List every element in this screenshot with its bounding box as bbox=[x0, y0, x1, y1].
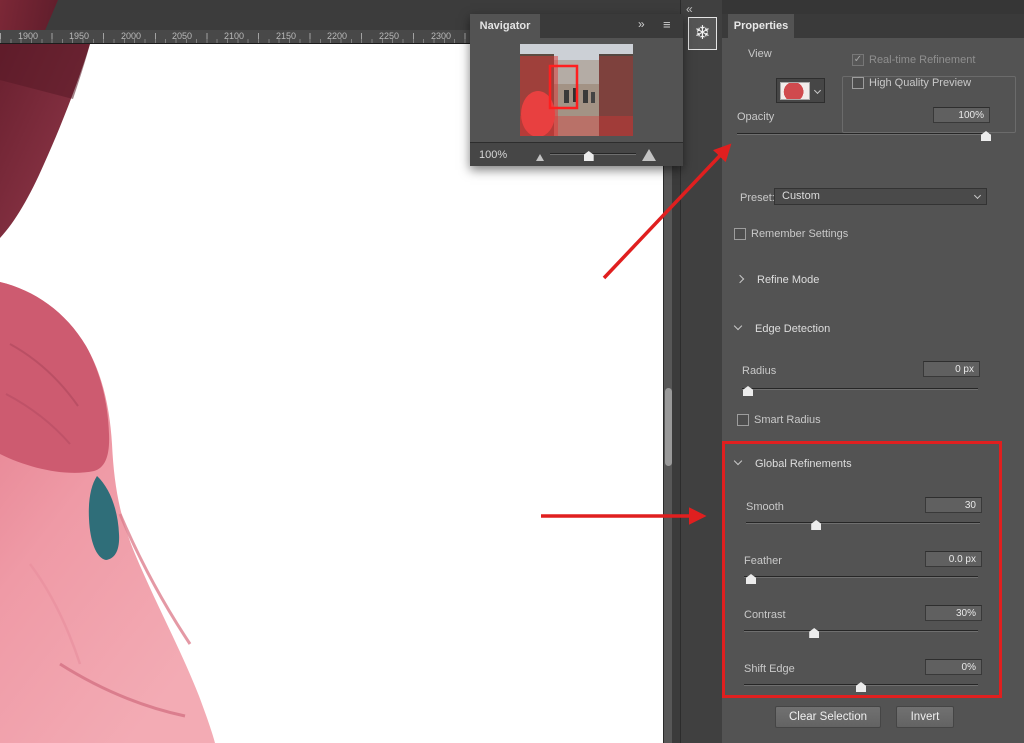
high-quality-preview-label: High Quality Preview bbox=[869, 77, 971, 89]
tool-strip: « ❄ bbox=[680, 0, 722, 743]
panel-expand-icon[interactable]: » bbox=[638, 17, 645, 31]
smart-radius-label: Smart Radius bbox=[754, 414, 821, 426]
high-quality-preview-checkbox[interactable] bbox=[852, 77, 864, 89]
ruler-label: 2250 bbox=[379, 31, 399, 41]
chevron-down-icon bbox=[734, 322, 742, 330]
view-label: View bbox=[748, 48, 772, 60]
preset-label: Preset: bbox=[740, 192, 775, 204]
select-and-mask-workspace: 1900 1950 2000 2050 2100 2150 2200 2250 … bbox=[0, 0, 1024, 743]
opacity-slider-track[interactable] bbox=[737, 133, 990, 135]
clear-selection-button[interactable]: Clear Selection bbox=[775, 706, 881, 728]
radius-slider-track[interactable] bbox=[742, 388, 978, 390]
navigator-zoom-slider[interactable] bbox=[550, 148, 636, 162]
ruler-label: 2200 bbox=[327, 31, 347, 41]
invert-button[interactable]: Invert bbox=[896, 706, 954, 728]
check-icon: ✓ bbox=[854, 54, 862, 65]
opacity-value-field[interactable] bbox=[933, 107, 990, 123]
smart-radius-checkbox[interactable] bbox=[737, 414, 749, 426]
view-mode-thumbnail bbox=[780, 82, 810, 100]
opacity-label: Opacity bbox=[737, 111, 774, 123]
preset-value: Custom bbox=[782, 190, 820, 202]
opacity-slider[interactable] bbox=[737, 128, 990, 142]
refine-mode-header[interactable]: Refine Mode bbox=[757, 274, 819, 286]
radius-value-field[interactable] bbox=[923, 361, 980, 377]
zoom-out-icon[interactable] bbox=[536, 154, 544, 161]
collapse-panel-icon[interactable]: « bbox=[686, 2, 693, 16]
vertical-scrollbar-thumb[interactable] bbox=[665, 388, 672, 466]
navigator-tabbar: Navigator » ≡ bbox=[470, 14, 683, 38]
navigator-thumbnail[interactable] bbox=[520, 44, 633, 136]
navigator-preview-image bbox=[520, 44, 633, 136]
properties-tabbar: Properties bbox=[722, 14, 1024, 38]
navigator-panel: Navigator » ≡ bbox=[470, 14, 683, 166]
chevron-right-icon bbox=[736, 275, 744, 283]
panel-menu-icon[interactable]: ≡ bbox=[663, 17, 671, 32]
ruler-label: 2050 bbox=[172, 31, 192, 41]
radius-label: Radius bbox=[742, 365, 776, 377]
navigator-zoom-bar: 100% bbox=[470, 142, 683, 166]
annotation-highlight-rectangle bbox=[722, 441, 1002, 698]
tab-navigator[interactable]: Navigator bbox=[470, 14, 540, 38]
zoom-level-field[interactable]: 100% bbox=[479, 149, 507, 161]
ruler-label: 2000 bbox=[121, 31, 141, 41]
ruler-label: 2150 bbox=[276, 31, 296, 41]
zoom-in-icon[interactable] bbox=[642, 149, 656, 161]
image-overflow-corner bbox=[0, 0, 58, 30]
view-mode-dropdown[interactable] bbox=[776, 78, 825, 103]
preset-dropdown[interactable]: Custom bbox=[774, 188, 987, 205]
refine-tool-icon[interactable]: ❄ bbox=[688, 17, 717, 50]
realtime-refinement-label: Real-time Refinement bbox=[869, 54, 975, 66]
radius-slider[interactable] bbox=[742, 383, 978, 397]
chevron-down-icon bbox=[814, 87, 821, 94]
edge-detection-header[interactable]: Edge Detection bbox=[755, 323, 830, 335]
ruler-label: 2100 bbox=[224, 31, 244, 41]
ruler-label: 2300 bbox=[431, 31, 451, 41]
navigator-body bbox=[470, 38, 683, 142]
tab-properties[interactable]: Properties bbox=[728, 14, 794, 38]
realtime-refinement-checkbox[interactable]: ✓ bbox=[852, 54, 864, 66]
remember-settings-label: Remember Settings bbox=[751, 228, 848, 240]
remember-settings-checkbox[interactable] bbox=[734, 228, 746, 240]
chevron-down-icon bbox=[974, 192, 981, 199]
ruler-label: 1900 bbox=[18, 31, 38, 41]
ruler-label: 1950 bbox=[69, 31, 89, 41]
